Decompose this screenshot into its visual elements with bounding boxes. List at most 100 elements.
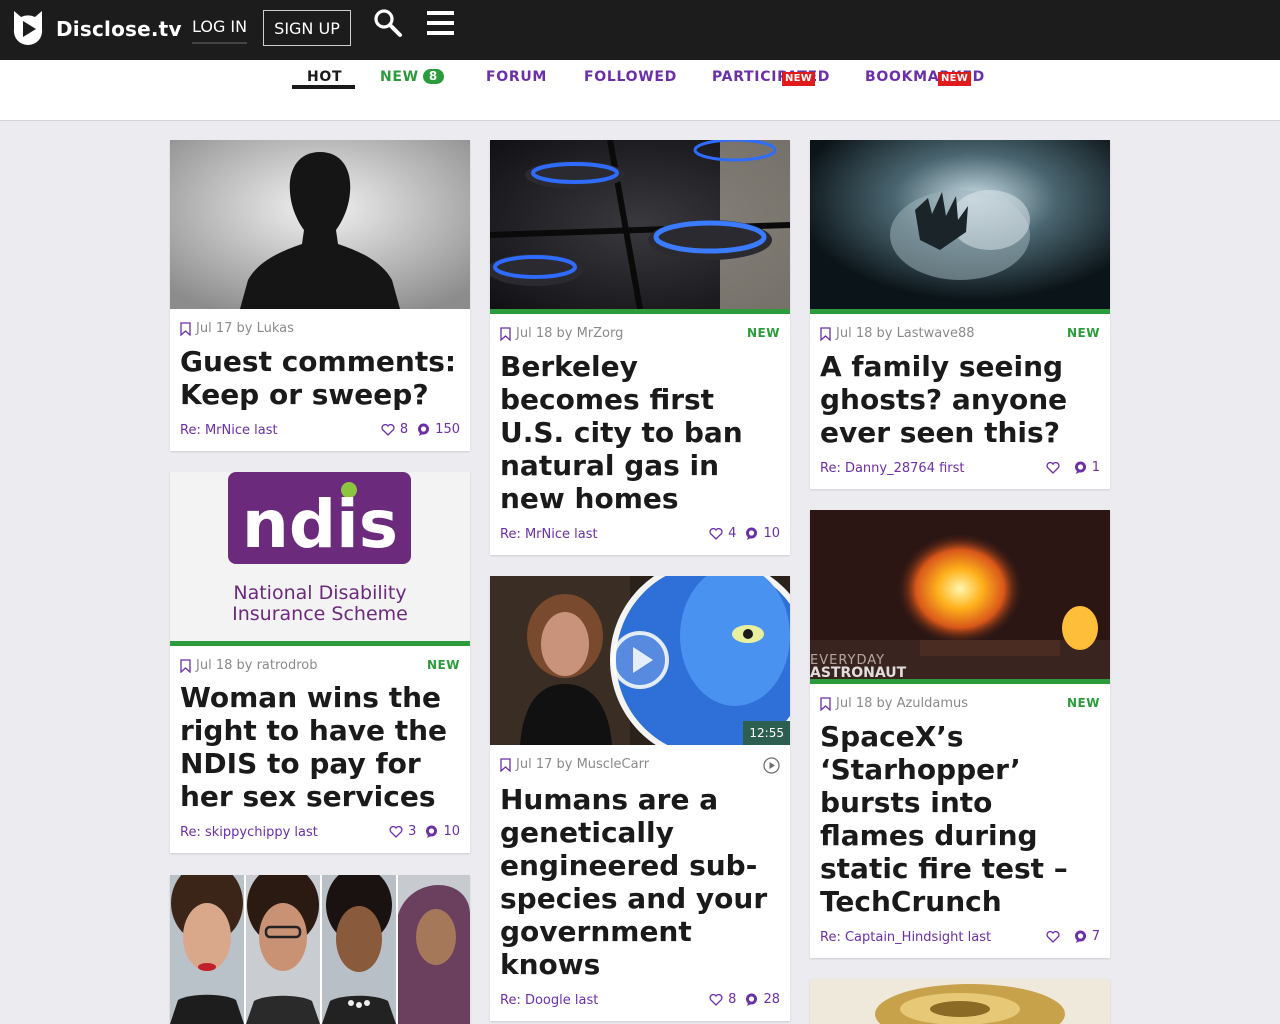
post-meta: Jul 18 by Lastwave88 NEW [810,314,1110,348]
heart-icon[interactable] [709,527,723,540]
post-card[interactable]: EVERYDAY ASTRONAUT Jul 18 by Azuldamus N… [810,510,1110,958]
top-navigation-bar: Disclose.tv LOG IN SIGN UP [0,0,1280,60]
new-label: NEW [427,658,460,672]
post-thumbnail[interactable] [810,979,1110,1024]
post-card[interactable]: Jul 17 by Lukas Guest comments: Keep or … [170,140,470,451]
last-reply-link[interactable]: Re: Captain_Hindsight last [820,930,991,945]
comment-count: 1 [1091,460,1100,475]
search-icon[interactable] [373,8,403,38]
bookmark-icon[interactable] [820,327,831,341]
play-button-icon[interactable] [610,630,670,690]
tab-new[interactable]: NEW 8 [380,69,444,85]
post-title[interactable]: Woman wins the right to have the NDIS to… [170,680,470,813]
comment-icon[interactable] [745,527,758,540]
post-title[interactable]: Guest comments: Keep or sweep? [170,343,470,411]
post-card[interactable]: 12:55 Jul 17 by MuscleCarr Humans are a … [490,576,790,1021]
post-title[interactable]: Humans are a genetically engineered sub-… [490,779,790,981]
post-thumbnail[interactable] [810,140,1110,309]
post-stats: 3 10 [389,824,460,839]
comment-count: 28 [763,992,780,1007]
login-button[interactable]: LOG IN [192,17,248,44]
ndis-line-2: Insurance Scheme [232,603,408,625]
new-label: NEW [1067,326,1100,340]
like-count: 8 [728,992,737,1007]
post-title[interactable]: Berkeley becomes first U.S. city to ban … [490,348,790,515]
comment-icon[interactable] [1074,461,1087,474]
heart-icon[interactable] [1046,930,1060,943]
ndis-line-1: National Disability [233,582,406,604]
post-date-author: Jul 18 by ratrodrob [196,658,318,673]
heart-icon[interactable] [1046,461,1060,474]
bookmark-icon[interactable] [500,327,511,341]
post-card[interactable]: ndis National Disability Insurance Schem… [170,472,470,853]
menu-icon[interactable] [427,10,454,36]
post-title[interactable]: SpaceX’s ‘Starhopper’ bursts into flames… [810,718,1110,918]
post-thumbnail[interactable]: EVERYDAY ASTRONAUT [810,510,1110,679]
post-stats: 1 [1046,460,1100,475]
post-footer: Re: Doogle last 8 28 [490,981,790,1021]
heart-icon[interactable] [381,423,395,436]
signup-button[interactable]: SIGN UP [263,10,351,46]
like-count: 3 [408,824,417,839]
tab-followed[interactable]: FOLLOWED [584,69,677,85]
last-reply-link[interactable]: Re: skippychippy last [180,825,318,840]
new-label: NEW [1067,696,1100,710]
post-meta: Jul 18 by Azuldamus NEW [810,684,1110,718]
feed-tab-bar: HOT NEW 8 FORUM FOLLOWED PARTICIPATED NEW… [0,60,1280,121]
bookmark-icon[interactable] [500,758,511,772]
post-card[interactable] [170,875,470,1024]
logo-icon[interactable] [10,9,46,47]
post-card[interactable]: Jul 18 by MrZorg NEW Berkeley becomes fi… [490,140,790,555]
watermark-line-2: ASTRONAUT [810,665,907,679]
heart-icon[interactable] [389,825,403,838]
video-thumbnail[interactable]: 12:55 [490,576,790,745]
post-stats: 8 150 [381,422,460,437]
post-stats: 4 10 [709,526,780,541]
brand-name[interactable]: Disclose.tv [56,17,182,41]
tab-forum[interactable]: FORUM [486,69,547,85]
post-thumbnail[interactable] [490,140,790,309]
post-title[interactable]: A family seeing ghosts? anyone ever seen… [810,348,1110,449]
post-stats: 7 [1046,929,1100,944]
comment-icon[interactable] [425,825,438,838]
comment-count: 10 [763,526,780,541]
active-tab-indicator [292,85,355,89]
bookmark-icon[interactable] [820,697,831,711]
post-card[interactable]: Jul 18 by Lastwave88 NEW A family seeing… [810,140,1110,489]
post-date-author: Jul 17 by MuscleCarr [516,757,650,772]
video-duration: 12:55 [743,721,790,745]
heart-icon[interactable] [709,993,723,1006]
post-meta: Jul 18 by MrZorg NEW [490,314,790,348]
tab-hot[interactable]: HOT [307,69,342,85]
new-label: NEW [747,326,780,340]
last-reply-link[interactable]: Re: Doogle last [500,993,598,1008]
post-meta: Jul 17 by MuscleCarr [490,745,790,779]
last-reply-link[interactable]: Re: Danny_28764 first [820,461,965,476]
post-footer: Re: Captain_Hindsight last 7 [810,918,1110,958]
comment-icon[interactable] [745,993,758,1006]
bookmark-icon[interactable] [180,659,191,673]
post-footer: Re: MrNice last 8 150 [170,411,470,451]
last-reply-link[interactable]: Re: MrNice last [500,527,598,542]
post-footer: Re: skippychippy last 3 10 [170,813,470,853]
post-thumbnail[interactable] [170,875,470,1024]
post-date-author: Jul 18 by Lastwave88 [836,326,975,341]
post-footer: Re: Danny_28764 first 1 [810,449,1110,489]
post-date-author: Jul 18 by MrZorg [516,326,624,341]
participated-new-badge: NEW [782,72,816,86]
last-reply-link[interactable]: Re: MrNice last [180,423,278,438]
post-card[interactable] [810,979,1110,1024]
bookmark-icon[interactable] [180,322,191,336]
post-thumbnail[interactable]: ndis National Disability Insurance Schem… [170,472,470,641]
new-count-badge: 8 [422,69,444,84]
tab-new-label: NEW [380,69,419,85]
comment-count: 10 [443,824,460,839]
post-meta: Jul 18 by ratrodrob NEW [170,646,470,680]
post-date-author: Jul 18 by Azuldamus [836,696,969,711]
ndis-logo-text: ndis [242,486,398,563]
post-thumbnail[interactable] [170,140,470,309]
post-date-author: Jul 17 by Lukas [196,321,294,336]
comment-icon[interactable] [1074,930,1087,943]
comment-icon[interactable] [417,423,430,436]
bookmarked-new-badge: NEW [938,72,972,86]
